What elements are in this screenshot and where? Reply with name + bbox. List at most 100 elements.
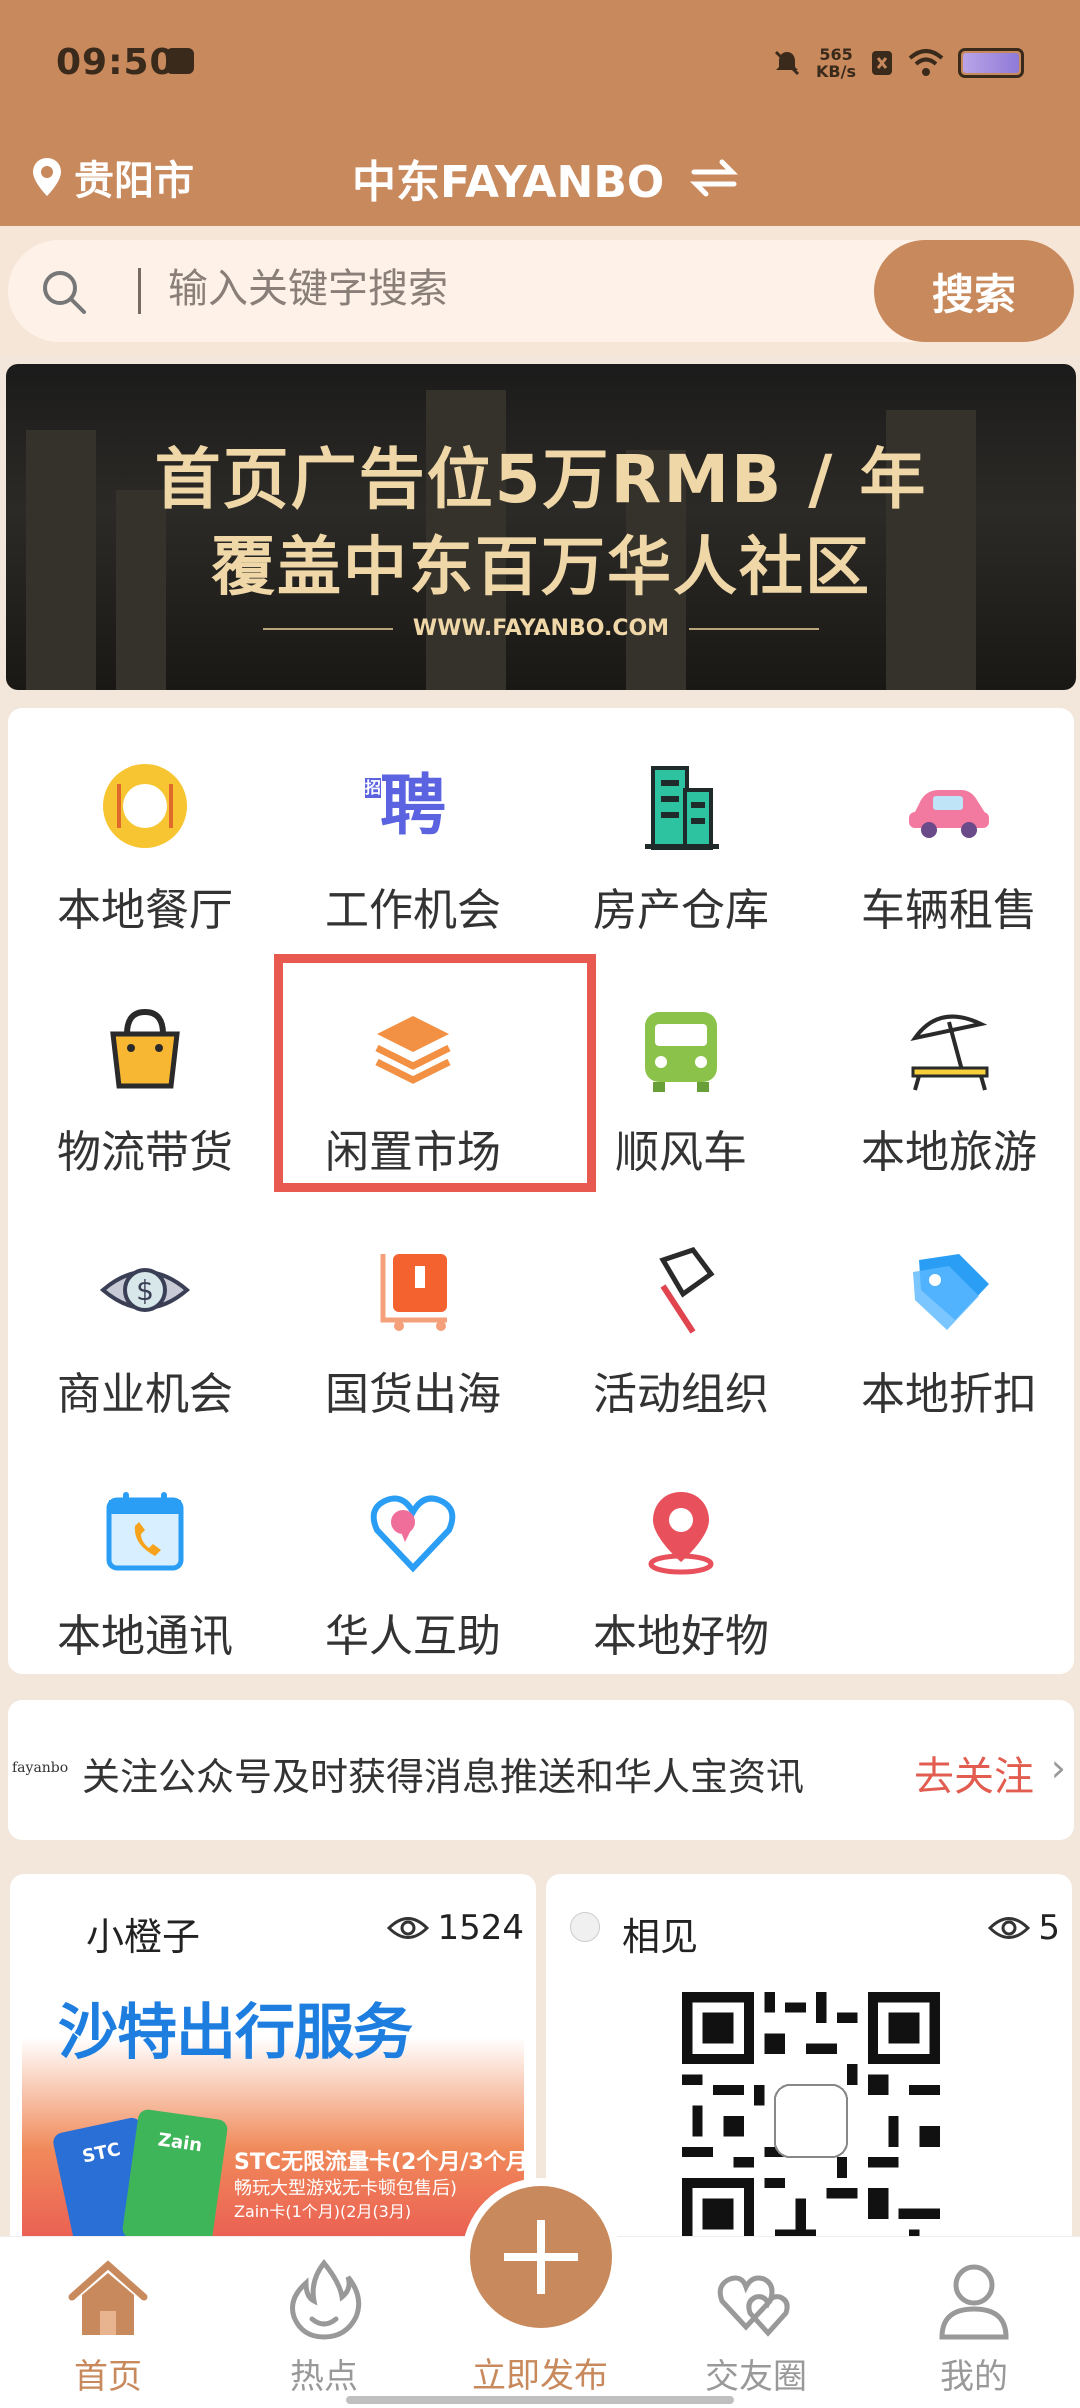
region-switcher[interactable]: 中东FAYANBO	[352, 146, 739, 210]
view-count: 1524	[387, 1908, 524, 1948]
search-input[interactable]	[168, 266, 868, 312]
banner-subheadline: 覆盖中东百万华人社区	[211, 531, 871, 605]
category-label: 本地通讯	[57, 1611, 233, 1662]
feed-card[interactable]: 小橙子 1524 沙特出行服务 STC Zain STC无限流量卡(2个月/3个…	[10, 1874, 536, 2274]
category-label: 物流带货	[57, 1127, 233, 1178]
city-name: 贵阳市	[74, 158, 194, 204]
search-box: 搜索	[8, 240, 1074, 342]
promo-line-1: STC无限流量卡(2个月/3个月	[234, 2150, 524, 2175]
location-pin-icon	[33, 158, 61, 196]
flag-icon	[659, 1247, 715, 1334]
chevron-right-icon: ›	[1050, 1746, 1066, 1790]
car-icon	[909, 790, 989, 838]
tag-icon	[913, 1254, 989, 1330]
category-label: 工作机会	[325, 885, 501, 936]
category-travel[interactable]: 本地旅游	[824, 978, 1074, 1178]
search-icon	[43, 271, 86, 314]
notice-text: 关注公众号及时获得消息推送和华人宝资讯	[82, 1755, 805, 1799]
promo-line-3: Zain卡(1个月)(2月(3月)	[234, 2202, 412, 2221]
status-bar: 09:50 565 KB/s	[56, 38, 1024, 88]
publish-label: 立即发布	[472, 2356, 608, 2396]
category-label: 车辆租售	[861, 885, 1037, 936]
mute-bell-icon	[774, 50, 800, 76]
hearts-icon	[717, 2275, 790, 2337]
zain-card-image: Zain	[121, 2108, 229, 2250]
recruit-icon: 聘 招	[363, 756, 463, 856]
category-local-goods[interactable]: 本地好物	[556, 1462, 806, 1662]
category-vehicles[interactable]: 车辆租售	[824, 736, 1074, 936]
qr-code-image[interactable]	[682, 1992, 940, 2250]
svg-text:$: $	[136, 1274, 154, 1307]
highlight-box	[274, 954, 596, 1192]
home-indicator	[346, 2396, 734, 2404]
home-icon	[68, 2260, 148, 2335]
wifi-icon	[908, 49, 944, 76]
promo-line-2: 畅玩大型游戏无卡顿包售后)	[234, 2178, 458, 2199]
search-divider	[138, 268, 141, 314]
category-business[interactable]: $ 商业机会	[20, 1220, 270, 1420]
heart-icon	[370, 1495, 456, 1573]
category-discounts[interactable]: 本地折扣	[824, 1220, 1074, 1420]
nav-label: 我的	[940, 2357, 1008, 2397]
category-label: 本地折扣	[861, 1369, 1037, 1420]
shopping-bag-icon	[110, 1008, 180, 1089]
beach-umbrella-icon	[910, 1014, 989, 1091]
category-events[interactable]: 活动组织	[556, 1220, 806, 1420]
region-name: 中东FAYANBO	[352, 157, 665, 208]
nav-label: 热点	[290, 2357, 358, 2397]
category-logistics[interactable]: 物流带货	[20, 978, 270, 1178]
status-time: 09:50	[56, 42, 176, 83]
follow-link[interactable]: 去关注	[914, 1744, 1034, 1802]
sim-off-icon	[872, 51, 892, 75]
network-speed-value: 565	[819, 45, 853, 64]
flame-icon	[290, 2258, 362, 2340]
location-selector[interactable]: 贵阳市	[30, 148, 194, 206]
nav-hot[interactable]: 热点	[234, 2257, 414, 2398]
location-pin-icon	[648, 1492, 714, 1575]
search-button[interactable]: 搜索	[874, 240, 1074, 342]
category-jobs[interactable]: 聘 招 工作机会	[288, 736, 538, 936]
category-restaurant[interactable]: 本地餐厅	[20, 736, 270, 936]
network-speed-unit: KB/s	[816, 62, 856, 81]
category-mutual-aid[interactable]: 华人互助	[288, 1462, 538, 1662]
post-author: 小橙子	[86, 1915, 201, 1959]
building-icon	[645, 766, 719, 850]
post-image[interactable]: 沙特出行服务 STC Zain STC无限流量卡(2个月/3个月 畅玩大型游戏无…	[22, 1984, 524, 2274]
category-label: 活动组织	[593, 1369, 769, 1420]
category-label: 商业机会	[57, 1369, 233, 1420]
follow-notice[interactable]: fayanbo 关注公众号及时获得消息推送和华人宝资讯 去关注 ›	[8, 1700, 1074, 1840]
bus-icon	[645, 1012, 717, 1092]
view-count-value: 1524	[437, 1908, 524, 1948]
app-header: 09:50 565 KB/s 贵阳市 中东FAYANBO	[0, 0, 1080, 226]
ad-banner[interactable]: 首页广告位5万RMB / 年 覆盖中东百万华人社区 WWW.FAYANBO.CO…	[6, 364, 1076, 690]
category-label: 本地好物	[593, 1611, 769, 1662]
avatar	[570, 1912, 600, 1942]
nav-profile[interactable]: 我的	[884, 2257, 1064, 2398]
banner-headline: 首页广告位5万RMB / 年	[154, 441, 928, 518]
phone-calendar-icon	[106, 1492, 184, 1571]
recruit-glyph: 聘	[380, 767, 446, 844]
publish-button[interactable]	[462, 2178, 620, 2336]
view-count: 5	[988, 1908, 1060, 1948]
category-export[interactable]: 国货出海	[288, 1220, 538, 1420]
recruit-glyph-small: 招	[365, 778, 382, 798]
category-label: 本地旅游	[861, 1127, 1037, 1178]
network-speed: 565 KB/s	[816, 46, 856, 80]
category-property[interactable]: 房产仓库	[556, 736, 806, 936]
category-label: 房产仓库	[593, 885, 769, 936]
luggage-icon	[380, 1254, 447, 1331]
status-indicators: 565 KB/s	[772, 38, 1024, 88]
promo-title: 沙特出行服务	[58, 1998, 413, 2068]
search-bar: 搜索	[0, 226, 1080, 356]
nav-label: 首页	[74, 2357, 142, 2397]
swap-arrows-icon	[690, 159, 739, 197]
nav-friends[interactable]: 交友圈	[666, 2257, 846, 2398]
category-label: 国货出海	[325, 1369, 501, 1420]
feed-card[interactable]: 相见 5	[546, 1874, 1072, 2274]
fayanbo-logo: fayanbo	[12, 1760, 69, 1776]
eye-icon	[988, 1917, 1031, 1939]
category-telecom[interactable]: 本地通讯	[20, 1462, 270, 1662]
nav-home[interactable]: 首页	[18, 2257, 198, 2398]
post-author: 相见	[622, 1915, 699, 1959]
restaurant-icon	[103, 764, 187, 848]
